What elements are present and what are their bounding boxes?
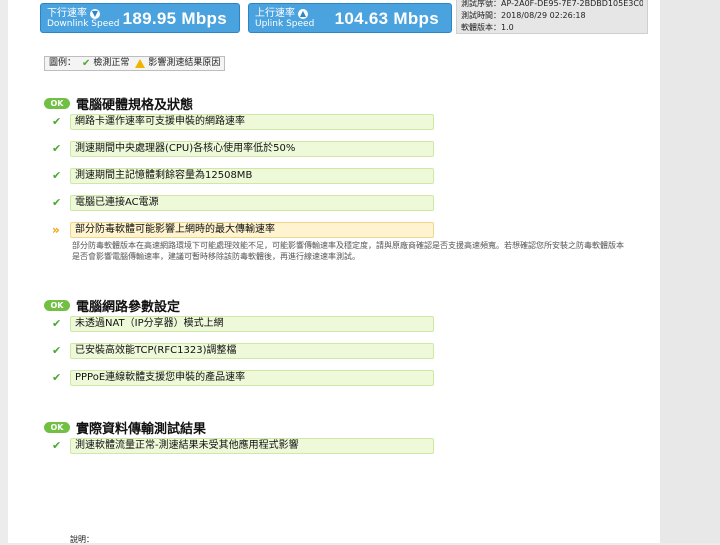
section-hardware-title: OK 電腦硬體規格及狀態 bbox=[44, 94, 193, 113]
double-chevron-icon: » bbox=[52, 223, 60, 237]
downlink-value: 189.95 Mbps bbox=[122, 9, 227, 28]
check-icon: ✔ bbox=[52, 371, 62, 384]
check-icon: ✔ bbox=[52, 115, 62, 128]
network-item: 未透過NAT（IP分享器）模式上網 bbox=[70, 316, 434, 332]
test-time: 測試時間：2018/08/29 02:26:18 bbox=[461, 11, 586, 20]
test-info-box: 測試序號：AP-2A0F-DE95-7E7-2BDBD105E3C0 測試時間：… bbox=[456, 0, 648, 34]
hardware-item: 測速期間主記憶體剩餘容量為12508MB bbox=[70, 168, 434, 184]
section-transfer-title: OK 實際資料傳輸測試結果 bbox=[44, 418, 206, 437]
uplink-label-cn: 上行速率 bbox=[255, 8, 295, 19]
network-item: 已安裝高效能TCP(RFC1323)調整檔 bbox=[70, 343, 434, 359]
uplink-speed-box: 上行速率 ▲ Uplink Speed 104.63 Mbps bbox=[248, 3, 452, 33]
arrow-down-icon: ▼ bbox=[90, 8, 100, 19]
software-version: 軟體版本：1.0 bbox=[461, 23, 514, 32]
network-item: PPPoE連線軟體支援您申裝的產品速率 bbox=[70, 370, 434, 386]
ok-badge: OK bbox=[44, 300, 70, 311]
check-icon: ✔ bbox=[82, 58, 91, 69]
legend: 圖例： ✔ 檢測正常 影響測速結果原因 bbox=[44, 56, 226, 71]
hardware-item: 電腦已連接AC電源 bbox=[70, 195, 434, 211]
hardware-item: 測速期間中央處理器(CPU)各核心使用率低於50% bbox=[70, 141, 434, 157]
check-icon: ✔ bbox=[52, 344, 62, 357]
test-serial: 測試序號：AP-2A0F-DE95-7E7-2BDBD105E3C0 bbox=[461, 0, 643, 8]
right-panel bbox=[660, 0, 720, 543]
footer-note-label: 說明： bbox=[70, 535, 94, 544]
check-icon: ✔ bbox=[52, 169, 62, 182]
check-icon: ✔ bbox=[52, 142, 62, 155]
check-icon: ✔ bbox=[52, 196, 62, 209]
ok-badge: OK bbox=[44, 422, 70, 433]
downlink-label-cn: 下行速率 bbox=[47, 8, 87, 19]
legend-warn-label: 影響測速結果原因 bbox=[148, 58, 221, 68]
check-icon: ✔ bbox=[52, 439, 62, 452]
hardware-warning-note: 部分防毒軟體版本在高速網路環境下可能處理效能不足，可能影響傳輸速率及穩定度，請與… bbox=[72, 241, 624, 261]
downlink-speed-box: 下行速率 ▼ Downlink Speed 189.95 Mbps bbox=[40, 3, 240, 33]
uplink-value: 104.63 Mbps bbox=[334, 9, 439, 28]
hardware-warning: 部分防毒軟體可能影響上網時的最大傳輸速率 bbox=[70, 222, 434, 238]
uplink-label-en: Uplink Speed bbox=[255, 19, 315, 29]
legend-prefix: 圖例： bbox=[49, 58, 77, 68]
warning-icon bbox=[135, 59, 146, 68]
ok-badge: OK bbox=[44, 98, 70, 109]
hardware-item: 網路卡運作速率可支援申裝的網路速率 bbox=[70, 114, 434, 130]
legend-ok-label: 檢測正常 bbox=[93, 58, 130, 68]
transfer-item: 測速軟體流量正常-測速結果未受其他應用程式影響 bbox=[70, 438, 434, 454]
arrow-up-icon: ▲ bbox=[298, 8, 308, 19]
section-network-title: OK 電腦網路參數設定 bbox=[44, 296, 180, 315]
report-page bbox=[8, 0, 660, 543]
downlink-label-en: Downlink Speed bbox=[47, 19, 120, 29]
check-icon: ✔ bbox=[52, 317, 62, 330]
